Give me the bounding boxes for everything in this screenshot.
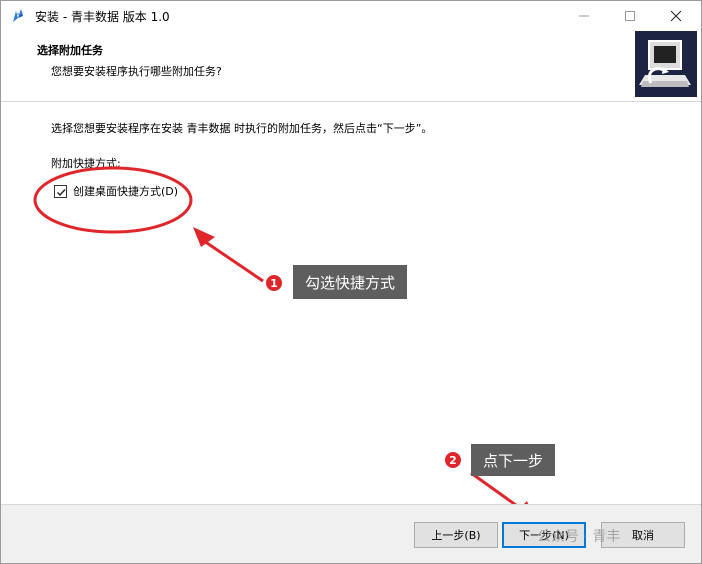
desktop-shortcut-label: 创建桌面快捷方式(D) bbox=[73, 185, 179, 198]
wizard-header: 选择附加任务 您想要安装程序执行哪些附加任务? bbox=[1, 31, 701, 101]
maximize-button[interactable] bbox=[607, 1, 653, 31]
page-subtitle: 您想要安装程序执行哪些附加任务? bbox=[51, 65, 222, 78]
shortcut-group-label: 附加快捷方式: bbox=[51, 157, 121, 170]
desktop-shortcut-option[interactable]: 创建桌面快捷方式(D) bbox=[54, 182, 178, 200]
instruction-text: 选择您想要安装程序在安装 青丰数据 时执行的附加任务，然后点击“下一步”。 bbox=[51, 122, 433, 135]
watermark: 公众号 · 青丰 bbox=[537, 529, 621, 545]
highlight-ellipse bbox=[33, 166, 193, 234]
app-logo-icon bbox=[11, 8, 27, 24]
arrow-to-checkbox bbox=[200, 237, 264, 283]
header-divider bbox=[1, 101, 701, 102]
annotation-callout-2: 点下一步 bbox=[471, 444, 555, 476]
window-title: 安装 - 青丰数据 版本 1.0 bbox=[35, 10, 170, 24]
checkmark-icon bbox=[57, 188, 66, 196]
installer-window: 安装 - 青丰数据 版本 1.0 选择附加任务 您想要安装程序执行哪些附加任务? bbox=[0, 0, 702, 564]
close-button[interactable] bbox=[653, 1, 699, 31]
arrowhead-1 bbox=[193, 227, 215, 247]
desktop-shortcut-checkbox[interactable] bbox=[54, 184, 67, 198]
back-button[interactable]: 上一步(B) bbox=[414, 522, 498, 548]
annotation-callout-1: 勾选快捷方式 bbox=[293, 265, 407, 299]
page-title: 选择附加任务 bbox=[37, 44, 103, 57]
installer-computer-icon bbox=[635, 31, 697, 97]
minimize-button[interactable] bbox=[561, 1, 607, 31]
annotation-badge-2: 2 bbox=[444, 451, 462, 469]
annotation-badge-1: 1 bbox=[265, 274, 283, 292]
title-bar: 安装 - 青丰数据 版本 1.0 bbox=[1, 1, 701, 31]
